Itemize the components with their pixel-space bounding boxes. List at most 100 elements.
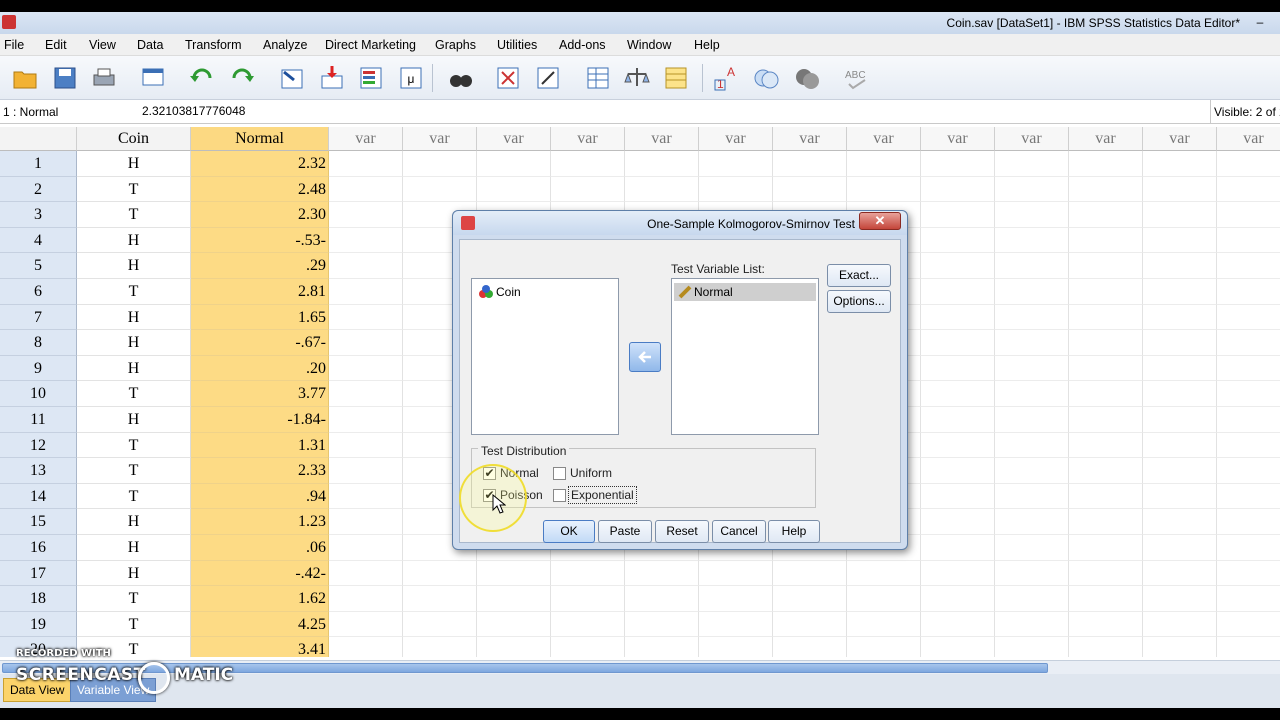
insert-cases-icon[interactable] — [493, 63, 523, 93]
empty-cell[interactable] — [1217, 458, 1280, 484]
empty-cell[interactable] — [847, 151, 921, 177]
column-header-var[interactable]: var — [773, 127, 847, 151]
redo-icon[interactable] — [227, 63, 257, 93]
empty-cell[interactable] — [1217, 484, 1280, 510]
empty-cell[interactable] — [699, 151, 773, 177]
empty-cell[interactable] — [551, 176, 625, 203]
empty-cell[interactable] — [329, 586, 403, 612]
column-header-var[interactable]: var — [699, 127, 773, 151]
row-number[interactable]: 12 — [0, 432, 77, 459]
row-number[interactable]: 13 — [0, 458, 77, 484]
empty-cell[interactable] — [329, 202, 403, 228]
column-header-normal[interactable]: Normal — [191, 127, 329, 151]
cell-normal[interactable]: 2.30 — [191, 202, 329, 228]
empty-cell[interactable] — [921, 560, 995, 587]
row-number[interactable]: 5 — [0, 253, 77, 279]
cell-normal[interactable]: 3.41 — [191, 637, 329, 657]
empty-cell[interactable] — [329, 355, 403, 382]
value-labels-icon[interactable]: 1A — [712, 63, 742, 93]
column-header-var[interactable]: var — [625, 127, 699, 151]
empty-cell[interactable] — [995, 611, 1069, 638]
cell-normal[interactable]: 2.33 — [191, 458, 329, 484]
empty-cell[interactable] — [329, 432, 403, 459]
row-number[interactable]: 3 — [0, 202, 77, 228]
cell-normal[interactable]: 4.25 — [191, 611, 329, 638]
empty-cell[interactable] — [1069, 611, 1143, 638]
empty-cell[interactable] — [1143, 458, 1217, 484]
empty-cell[interactable] — [995, 151, 1069, 177]
empty-cell[interactable] — [551, 611, 625, 638]
cell-coin[interactable]: T — [77, 483, 191, 510]
empty-cell[interactable] — [921, 304, 995, 331]
empty-cell[interactable] — [773, 586, 847, 612]
column-header-var[interactable]: var — [329, 127, 403, 151]
empty-cell[interactable] — [773, 176, 847, 203]
empty-cell[interactable] — [329, 407, 403, 433]
empty-cell[interactable] — [329, 176, 403, 203]
empty-cell[interactable] — [329, 560, 403, 587]
row-number[interactable]: 16 — [0, 535, 77, 561]
empty-cell[interactable] — [1143, 151, 1217, 177]
row-number[interactable]: 4 — [0, 227, 77, 254]
empty-cell[interactable] — [1143, 381, 1217, 407]
cell-coin[interactable]: T — [77, 458, 191, 484]
empty-cell[interactable] — [1069, 355, 1143, 382]
empty-cell[interactable] — [921, 458, 995, 484]
empty-cell[interactable] — [699, 611, 773, 638]
empty-cell[interactable] — [995, 432, 1069, 459]
split-file-icon[interactable] — [583, 63, 613, 93]
empty-cell[interactable] — [477, 611, 551, 638]
row-number[interactable]: 15 — [0, 509, 77, 535]
cell-normal[interactable]: -.67- — [191, 330, 329, 356]
empty-cell[interactable] — [477, 151, 551, 177]
empty-cell[interactable] — [403, 151, 477, 177]
row-number[interactable]: 9 — [0, 355, 77, 382]
empty-cell[interactable] — [551, 560, 625, 587]
empty-cell[interactable] — [1069, 483, 1143, 510]
column-header-var[interactable]: var — [1217, 127, 1280, 151]
empty-cell[interactable] — [995, 381, 1069, 407]
empty-cell[interactable] — [995, 227, 1069, 254]
save-icon[interactable] — [50, 63, 80, 93]
empty-cell[interactable] — [625, 176, 699, 203]
empty-cell[interactable] — [1143, 330, 1217, 356]
empty-cell[interactable] — [921, 586, 995, 612]
cell-coin[interactable]: H — [77, 407, 191, 433]
cell-normal[interactable]: 1.31 — [191, 432, 329, 459]
empty-cell[interactable] — [1217, 305, 1280, 331]
empty-cell[interactable] — [995, 637, 1069, 657]
cell-normal[interactable]: -.42- — [191, 560, 329, 587]
cell-coin[interactable]: H — [77, 330, 191, 356]
empty-cell[interactable] — [551, 586, 625, 612]
cell-coin[interactable]: H — [77, 151, 191, 177]
empty-cell[interactable] — [329, 330, 403, 356]
empty-cell[interactable] — [329, 509, 403, 535]
empty-cell[interactable] — [921, 279, 995, 305]
reset-button[interactable]: Reset — [655, 520, 709, 543]
row-number[interactable]: 18 — [0, 586, 77, 612]
empty-cell[interactable] — [329, 611, 403, 638]
move-variable-button[interactable] — [629, 342, 661, 372]
empty-cell[interactable] — [847, 560, 921, 587]
source-item-coin[interactable]: Coin — [476, 283, 521, 301]
column-header-var[interactable]: var — [921, 127, 995, 151]
column-header-var[interactable]: var — [477, 127, 551, 151]
empty-cell[interactable] — [1217, 279, 1280, 305]
menu-help[interactable]: Help — [694, 38, 720, 52]
menu-transform[interactable]: Transform — [185, 38, 242, 52]
cell-coin[interactable]: H — [77, 227, 191, 254]
undo-icon[interactable] — [187, 63, 217, 93]
column-header-coin[interactable]: Coin — [77, 127, 191, 151]
recall-dialog-icon[interactable] — [139, 63, 169, 93]
empty-cell[interactable] — [1217, 177, 1280, 203]
empty-cell[interactable] — [847, 637, 921, 657]
empty-cell[interactable] — [403, 176, 477, 203]
empty-cell[interactable] — [1217, 561, 1280, 587]
empty-cell[interactable] — [1143, 176, 1217, 203]
empty-cell[interactable] — [1217, 381, 1280, 407]
cell-normal[interactable]: 1.23 — [191, 509, 329, 535]
empty-cell[interactable] — [1069, 407, 1143, 433]
cell-coin[interactable]: T — [77, 432, 191, 459]
help-button[interactable]: Help — [768, 520, 820, 543]
empty-cell[interactable] — [1069, 509, 1143, 535]
